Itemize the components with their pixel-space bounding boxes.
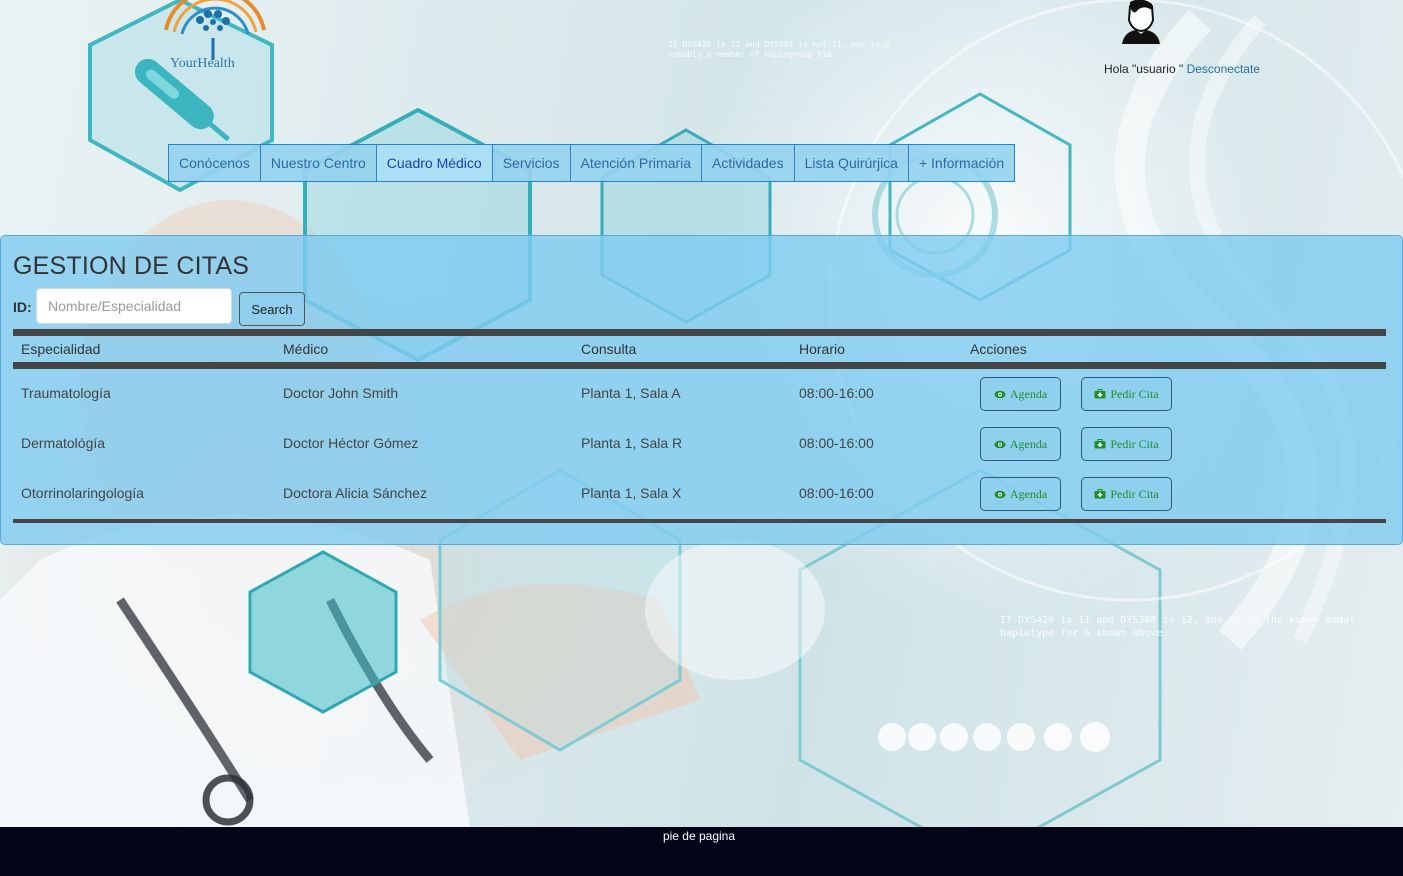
appointments-panel: GESTION DE CITAS ID: Search Especialidad… bbox=[0, 235, 1403, 545]
table-bottom-rule bbox=[13, 519, 1386, 523]
cell-consulta: Planta 1, Sala X bbox=[581, 485, 682, 501]
brand-name: YourHealth bbox=[170, 56, 235, 71]
nav-item-mas-informacion[interactable]: + Información bbox=[907, 144, 1016, 182]
pedir-cita-button[interactable]: Pedir Cita bbox=[1081, 477, 1172, 511]
agenda-label: Agenda bbox=[1009, 436, 1048, 451]
user-greeting: Hola "usuario " Desconectate bbox=[1104, 62, 1260, 76]
cell-especialidad: Traumatología bbox=[21, 385, 111, 401]
main-navigation: Conócenos Nuestro Centro Cuadro Médico S… bbox=[168, 144, 1016, 182]
cell-consulta: Planta 1, Sala A bbox=[581, 385, 681, 401]
agenda-label: Agenda bbox=[1009, 486, 1048, 501]
column-header-medico: Médico bbox=[283, 341, 329, 357]
cell-horario: 08:00-16:00 bbox=[799, 435, 874, 451]
pedir-cita-label: Pedir Cita bbox=[1110, 386, 1159, 401]
pedir-cita-label: Pedir Cita bbox=[1110, 486, 1159, 501]
cell-horario: 08:00-16:00 bbox=[799, 485, 874, 501]
nav-item-servicios[interactable]: Servicios bbox=[491, 144, 570, 182]
cell-consulta: Planta 1, Sala R bbox=[581, 435, 683, 451]
nav-item-conocenos[interactable]: Conócenos bbox=[168, 144, 260, 182]
medical-kit-icon bbox=[1094, 389, 1106, 399]
user-avatar-icon bbox=[1122, 0, 1160, 44]
nav-item-cuadro-medico[interactable]: Cuadro Médico bbox=[375, 144, 492, 182]
page-title: GESTION DE CITAS bbox=[13, 252, 250, 280]
medical-kit-icon bbox=[1094, 439, 1106, 449]
agenda-button[interactable]: Agenda bbox=[980, 477, 1061, 511]
pedir-cita-button[interactable]: Pedir Cita bbox=[1081, 377, 1172, 411]
search-input[interactable] bbox=[36, 288, 232, 324]
nav-item-atencion-primaria[interactable]: Atención Primaria bbox=[569, 144, 701, 182]
eye-icon bbox=[994, 390, 1006, 398]
id-label: ID: bbox=[13, 299, 32, 315]
pedir-cita-button[interactable]: Pedir Cita bbox=[1081, 427, 1172, 461]
agenda-button[interactable]: Agenda bbox=[980, 377, 1061, 411]
agenda-button[interactable]: Agenda bbox=[980, 427, 1061, 461]
footer-text: pie de pagina bbox=[662, 829, 736, 843]
medical-kit-icon bbox=[1094, 489, 1106, 499]
column-header-horario: Horario bbox=[799, 341, 845, 357]
footer: pie de pagina bbox=[0, 827, 1403, 876]
column-header-consulta: Consulta bbox=[581, 341, 637, 357]
eye-icon bbox=[994, 490, 1006, 498]
background-overlay-text-1: If DYS426 is 12 and DYS392 is not 11, on… bbox=[668, 40, 890, 59]
agenda-label: Agenda bbox=[1009, 386, 1048, 401]
cell-medico: Doctora Alicia Sánchez bbox=[283, 485, 427, 501]
cell-horario: 08:00-16:00 bbox=[799, 385, 874, 401]
eye-icon bbox=[994, 440, 1006, 448]
greeting-text: Hola "usuario " bbox=[1104, 62, 1184, 76]
table-top-rule bbox=[13, 329, 1386, 336]
logout-link[interactable]: Desconectate bbox=[1187, 62, 1260, 76]
nav-item-actividades[interactable]: Actividades bbox=[701, 144, 794, 182]
cell-especialidad: Otorrinolaringología bbox=[21, 485, 144, 501]
cell-medico: Doctor John Smith bbox=[283, 385, 399, 401]
user-box: Hola "usuario " Desconectate bbox=[1100, 0, 1260, 80]
cell-medico: Doctor Héctor Gómez bbox=[283, 435, 419, 451]
background-overlay-text-2: If DYS426 is 11 and DYS388 is 12, one is… bbox=[1000, 615, 1356, 639]
table-header-rule bbox=[13, 362, 1386, 369]
nav-item-lista-quirurjica[interactable]: Lista Quirúrjica bbox=[793, 144, 908, 182]
pedir-cita-label: Pedir Cita bbox=[1110, 436, 1159, 451]
column-header-especialidad: Especialidad bbox=[21, 341, 101, 357]
nav-item-nuestro-centro[interactable]: Nuestro Centro bbox=[259, 144, 376, 182]
search-button[interactable]: Search bbox=[239, 292, 305, 326]
column-header-acciones: Acciones bbox=[970, 341, 1027, 357]
cell-especialidad: Dermatológía bbox=[21, 435, 106, 451]
